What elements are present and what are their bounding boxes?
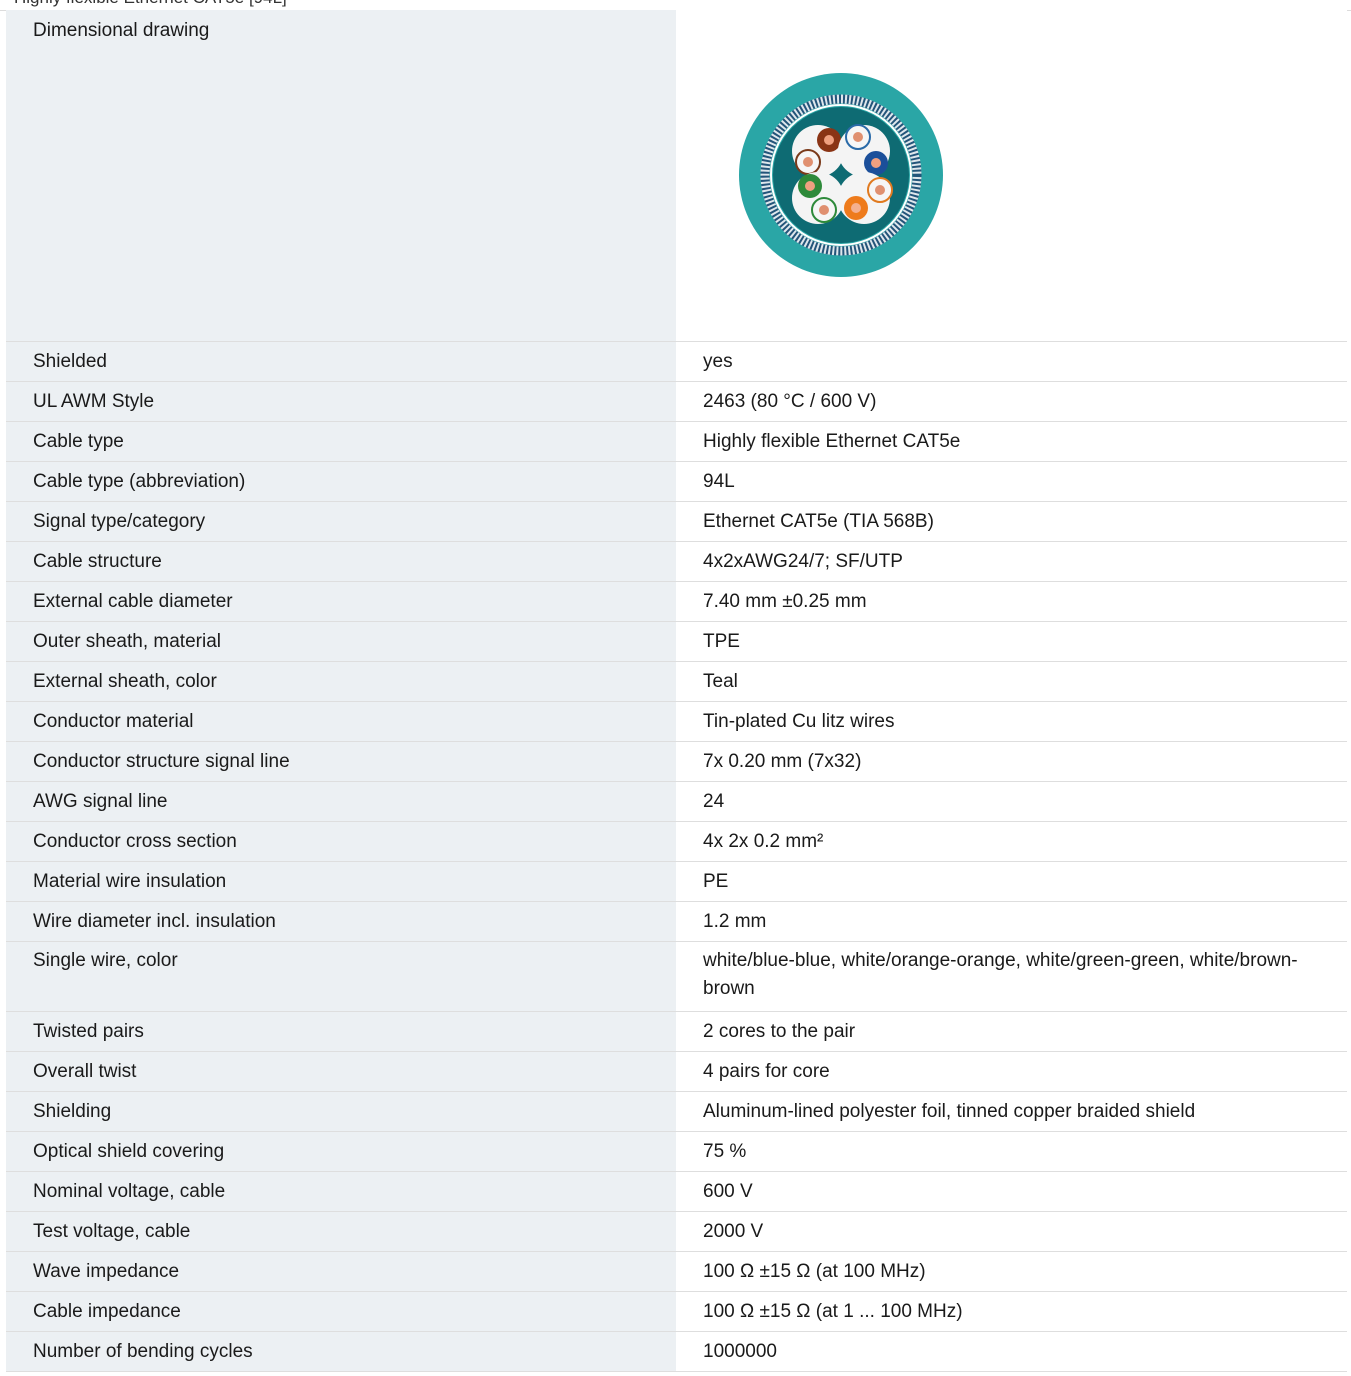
spec-row: Cable type (abbreviation) 94L xyxy=(6,461,1347,502)
spec-value: Ethernet CAT5e (TIA 568B) xyxy=(676,501,1347,542)
spec-value: 2463 (80 °C / 600 V) xyxy=(676,381,1347,422)
spec-row: UL AWM Style 2463 (80 °C / 600 V) xyxy=(6,381,1347,422)
spec-label: Shielded xyxy=(6,341,676,382)
spec-row: Twisted pairs 2 cores to the pair xyxy=(6,1011,1347,1052)
spec-label: Wire diameter incl. insulation xyxy=(6,901,676,942)
spec-value: 1.2 mm xyxy=(676,901,1347,942)
spec-value: 24 xyxy=(676,781,1347,822)
spec-row: Wire diameter incl. insulation 1.2 mm xyxy=(6,901,1347,942)
spec-label: Outer sheath, material xyxy=(6,621,676,662)
spec-label: Nominal voltage, cable xyxy=(6,1171,676,1212)
cut-off-header-text: Highly flexible Ethernet CAT5e [94L] xyxy=(14,0,287,8)
spec-label: Wave impedance xyxy=(6,1251,676,1292)
spec-value: 4 pairs for core xyxy=(676,1051,1347,1092)
cable-cross-section-image xyxy=(739,73,943,277)
spec-row: Conductor cross section 4x 2x 0.2 mm² xyxy=(6,821,1347,862)
spec-row: External sheath, color Teal xyxy=(6,661,1347,702)
spec-label: Single wire, color xyxy=(6,941,676,1012)
spec-row: Shielded yes xyxy=(6,341,1347,382)
spec-row: Single wire, color white/blue-blue, white… xyxy=(6,941,1347,1012)
spec-value: 100 Ω ±15 Ω (at 100 MHz) xyxy=(676,1251,1347,1292)
drawing-label: Dimensional drawing xyxy=(6,10,676,342)
spec-row: Shielding Aluminum-lined polyester foil, … xyxy=(6,1091,1347,1132)
spec-label: Material wire insulation xyxy=(6,861,676,902)
spec-value: Teal xyxy=(676,661,1347,702)
spec-label: Number of bending cycles xyxy=(6,1331,676,1372)
spec-label: Optical shield covering xyxy=(6,1131,676,1172)
spec-label: Shielding xyxy=(6,1091,676,1132)
spec-value: Aluminum-lined polyester foil, tinned co… xyxy=(676,1091,1347,1132)
spec-row: Nominal voltage, cable 600 V xyxy=(6,1171,1347,1212)
spec-row: Overall twist 4 pairs for core xyxy=(6,1051,1347,1092)
spec-label: Signal type/category xyxy=(6,501,676,542)
drawing-cell xyxy=(676,10,1347,342)
drawing-wrap xyxy=(703,10,1327,341)
spec-label: AWG signal line xyxy=(6,781,676,822)
spec-value: Highly flexible Ethernet CAT5e xyxy=(676,421,1347,462)
spec-value: 7.40 mm ±0.25 mm xyxy=(676,581,1347,622)
spec-label: Conductor structure signal line xyxy=(6,741,676,782)
spec-label: Conductor cross section xyxy=(6,821,676,862)
spec-label: Test voltage, cable xyxy=(6,1211,676,1252)
spec-value: 2 cores to the pair xyxy=(676,1011,1347,1052)
spec-row: Conductor structure signal line 7x 0.20 m… xyxy=(6,741,1347,782)
spec-value: 4x 2x 0.2 mm² xyxy=(676,821,1347,862)
spec-label: Twisted pairs xyxy=(6,1011,676,1052)
spec-row: Material wire insulation PE xyxy=(6,861,1347,902)
spec-page: Highly flexible Ethernet CAT5e [94L] Dim… xyxy=(0,0,1351,1376)
spec-row: Outer sheath, material TPE xyxy=(6,621,1347,662)
spec-row: AWG signal line 24 xyxy=(6,781,1347,822)
spec-value: 7x 0.20 mm (7x32) xyxy=(676,741,1347,782)
spec-value: 100 Ω ±15 Ω (at 1 ... 100 MHz) xyxy=(676,1291,1347,1332)
spec-value: 2000 V xyxy=(676,1211,1347,1252)
spec-value: Tin-plated Cu litz wires xyxy=(676,701,1347,742)
spec-value: 600 V xyxy=(676,1171,1347,1212)
spec-label: UL AWM Style xyxy=(6,381,676,422)
drawing-row: Dimensional drawing xyxy=(6,10,1347,342)
spec-value: 4x2xAWG24/7; SF/UTP xyxy=(676,541,1347,582)
spec-row: Conductor material Tin-plated Cu litz wir… xyxy=(6,701,1347,742)
spec-label: Overall twist xyxy=(6,1051,676,1092)
spec-row: Signal type/category Ethernet CAT5e (TIA … xyxy=(6,501,1347,542)
spec-label: External sheath, color xyxy=(6,661,676,702)
spec-value: white/blue-blue, white/orange-orange, wh… xyxy=(676,941,1347,1012)
spec-row: Test voltage, cable 2000 V xyxy=(6,1211,1347,1252)
spec-row: Cable structure 4x2xAWG24/7; SF/UTP xyxy=(6,541,1347,582)
spec-value: TPE xyxy=(676,621,1347,662)
spec-row: Number of bending cycles 1000000 xyxy=(6,1331,1347,1372)
spec-value: yes xyxy=(676,341,1347,382)
spec-row: Cable type Highly flexible Ethernet CAT5e xyxy=(6,421,1347,462)
spec-label: Cable impedance xyxy=(6,1291,676,1332)
spec-row: External cable diameter 7.40 mm ±0.25 mm xyxy=(6,581,1347,622)
spec-label: Cable type xyxy=(6,421,676,462)
spec-label: Cable structure xyxy=(6,541,676,582)
spec-value: PE xyxy=(676,861,1347,902)
spec-row: Optical shield covering 75 % xyxy=(6,1131,1347,1172)
spec-label: Conductor material xyxy=(6,701,676,742)
spec-label: Cable type (abbreviation) xyxy=(6,461,676,502)
spec-label: External cable diameter xyxy=(6,581,676,622)
spec-row: Cable impedance 100 Ω ±15 Ω (at 1 ... 100… xyxy=(6,1291,1347,1332)
spec-table: Dimensional drawing Shielded yes UL AWM … xyxy=(6,10,1347,1372)
spec-value: 75 % xyxy=(676,1131,1347,1172)
spec-row: Wave impedance 100 Ω ±15 Ω (at 100 MHz) xyxy=(6,1251,1347,1292)
spec-value: 94L xyxy=(676,461,1347,502)
spec-value: 1000000 xyxy=(676,1331,1347,1372)
